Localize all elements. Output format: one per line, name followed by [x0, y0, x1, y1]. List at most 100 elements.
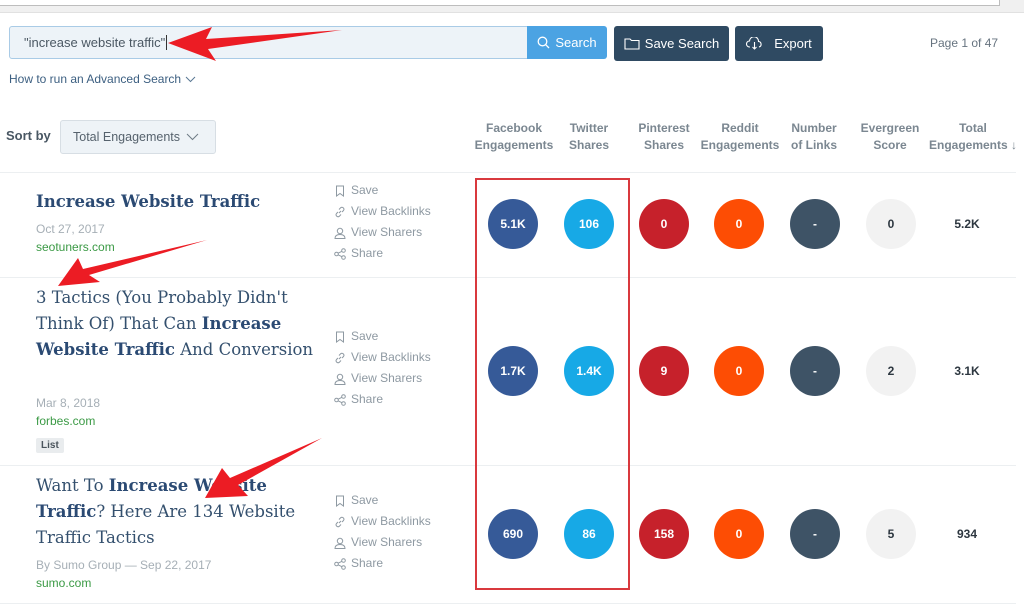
advanced-search-label: How to run an Advanced Search	[9, 72, 182, 86]
bookmark-icon	[336, 331, 344, 343]
user-icon	[334, 227, 346, 239]
col-line1: Pinterest	[638, 121, 690, 135]
link-icon	[335, 352, 345, 363]
annotation-arrow	[58, 240, 207, 286]
column-header-twitter[interactable]: Twitter Shares	[558, 120, 620, 154]
col-line1: Number	[791, 121, 837, 135]
result-domain[interactable]: sumo.com	[36, 576, 91, 590]
col-line1: Evergreen	[860, 121, 920, 135]
share-icon	[334, 557, 346, 570]
sort-select[interactable]: Total Engagements	[60, 120, 216, 154]
sort-by-label: Sort by	[6, 128, 51, 143]
action-label: View Backlinks	[351, 514, 431, 528]
result-domain[interactable]: forbes.com	[36, 414, 95, 428]
action-label: Save	[351, 183, 379, 197]
pinterest-shares[interactable]: 0	[639, 199, 689, 249]
save-action[interactable]: Save	[334, 180, 431, 201]
col-line2: Engagements	[700, 138, 780, 152]
page-indicator: Page 1 of 47	[930, 36, 999, 50]
result-actions: Save View Backlinks View Sharers Share	[334, 326, 431, 410]
share-action[interactable]: Share	[334, 553, 431, 574]
col-line1: Twitter	[569, 121, 609, 135]
column-header-evergreen[interactable]: Evergreen Score	[856, 120, 924, 154]
folder-icon	[624, 38, 640, 50]
action-label: View Sharers	[351, 535, 423, 549]
action-label: Share	[351, 556, 384, 570]
user-icon	[334, 373, 346, 385]
action-label: View Sharers	[351, 225, 423, 239]
advanced-search-link[interactable]: How to run an Advanced Search	[9, 72, 196, 86]
view-backlinks-action[interactable]: View Backlinks	[334, 201, 431, 222]
view-sharers-action[interactable]: View Sharers	[334, 368, 431, 389]
action-label: View Backlinks	[351, 350, 431, 364]
reddit-engagements[interactable]: 0	[714, 346, 764, 396]
col-line2: Shares	[643, 138, 685, 152]
chevron-down-icon	[186, 133, 199, 141]
col-line2: of Links	[790, 138, 837, 152]
view-backlinks-action[interactable]: View Backlinks	[334, 347, 431, 368]
result-byline: By Sumo Group — Sep 22, 2017	[36, 558, 212, 572]
export-label: Export	[774, 36, 812, 51]
search-query-text: "increase website traffic"	[24, 35, 166, 50]
evergreen-score[interactable]: 5	[866, 509, 916, 559]
sort-selected-value: Total Engagements	[73, 130, 181, 144]
action-label: Save	[351, 329, 379, 343]
column-header-total[interactable]: Total Engagements ↓	[926, 120, 1020, 154]
number-of-links[interactable]: -	[790, 199, 840, 249]
pinterest-shares[interactable]: 9	[639, 346, 689, 396]
action-label: View Sharers	[351, 371, 423, 385]
export-button[interactable]: Export	[735, 26, 823, 61]
share-action[interactable]: Share	[334, 389, 431, 410]
col-line1: Facebook	[485, 121, 542, 135]
reddit-engagements[interactable]: 0	[714, 199, 764, 249]
total-engagements: 934	[956, 527, 978, 541]
col-line1: Total	[959, 121, 987, 135]
result-actions: Save View Backlinks View Sharers Share	[334, 180, 431, 264]
action-label: Save	[351, 493, 379, 507]
col-line2: Engagements ↓	[928, 138, 1018, 152]
result-title[interactable]: 3 Tactics (You Probably Didn't Think Of)…	[36, 285, 326, 363]
col-line2: Engagements	[474, 138, 554, 152]
annotation-arrow	[168, 27, 342, 61]
view-sharers-action[interactable]: View Sharers	[334, 532, 431, 553]
cloud-download-icon	[746, 37, 762, 50]
share-action[interactable]: Share	[334, 243, 431, 264]
evergreen-score[interactable]: 0	[866, 199, 916, 249]
bookmark-icon	[336, 185, 344, 197]
bookmark-icon	[336, 495, 344, 507]
column-header-reddit[interactable]: Reddit Engagements	[700, 120, 780, 154]
result-date: Mar 8, 2018	[36, 396, 101, 410]
link-icon	[335, 516, 345, 527]
evergreen-score[interactable]: 2	[866, 346, 916, 396]
result-date: Oct 27, 2017	[36, 222, 105, 236]
column-header-pinterest[interactable]: Pinterest Shares	[632, 120, 696, 154]
share-icon	[334, 247, 346, 260]
action-label: Share	[351, 246, 384, 260]
annotation-arrow	[205, 438, 322, 498]
row-divider	[0, 603, 1016, 604]
search-button-label: Search	[555, 35, 597, 50]
result-title[interactable]: Increase Website Traffic	[36, 189, 326, 215]
link-icon	[335, 206, 345, 217]
number-of-links[interactable]: -	[790, 509, 840, 559]
save-search-label: Save Search	[644, 36, 720, 51]
annotation-highlight-box	[475, 178, 630, 590]
view-sharers-action[interactable]: View Sharers	[334, 222, 431, 243]
col-line2: Shares	[568, 138, 610, 152]
view-backlinks-action[interactable]: View Backlinks	[334, 511, 431, 532]
save-action[interactable]: Save	[334, 490, 431, 511]
number-of-links[interactable]: -	[790, 346, 840, 396]
column-header-links[interactable]: Number of Links	[784, 120, 844, 154]
browser-top-edge	[0, 0, 1024, 13]
user-icon	[334, 537, 346, 549]
save-search-button[interactable]: Save Search	[614, 26, 729, 61]
title-segment: Want To	[36, 476, 109, 495]
search-button[interactable]: Search	[527, 26, 607, 59]
column-header-facebook[interactable]: Facebook Engagements	[474, 120, 554, 154]
result-actions: Save View Backlinks View Sharers Share	[334, 490, 431, 574]
save-action[interactable]: Save	[334, 326, 431, 347]
title-segment: Increase Website Traffic	[36, 192, 261, 211]
reddit-engagements[interactable]: 0	[714, 509, 764, 559]
pinterest-shares[interactable]: 158	[639, 509, 689, 559]
content-type-tag: List	[36, 438, 64, 453]
